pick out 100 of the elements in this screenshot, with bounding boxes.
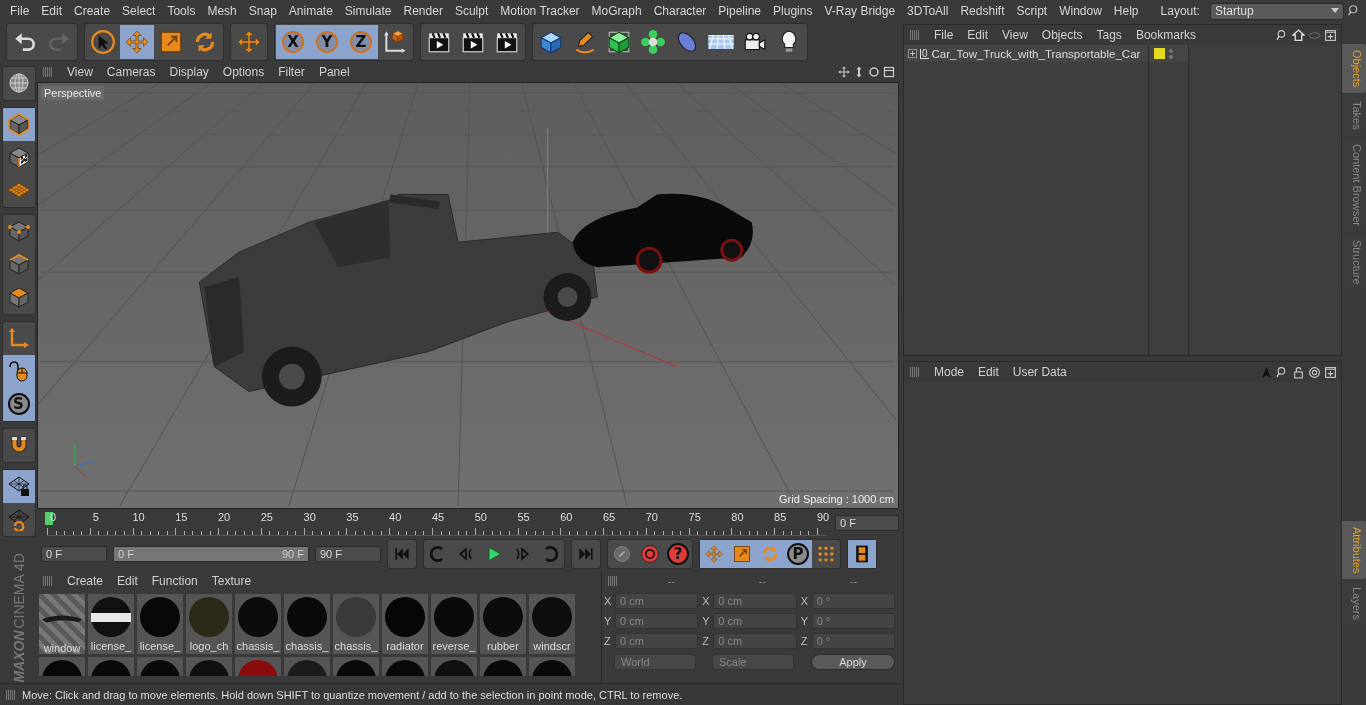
material-menu-item[interactable]: Function (145, 573, 204, 588)
timeline-ruler[interactable]: 0 5 10 15 20 25 30 35 40 45 50 55 60 65 70 75 80 85 90 (47, 509, 827, 537)
frame-number: 40 (389, 511, 402, 524)
column-header: -- (849, 574, 858, 587)
move-tool-button[interactable] (120, 24, 154, 59)
menu-item[interactable]: Redshift (954, 4, 1011, 18)
caret-icon (1330, 8, 1339, 14)
viewport-menu-item[interactable]: Cameras (100, 64, 162, 79)
floor-icon (708, 34, 734, 49)
menu-item[interactable]: Pipeline (712, 4, 768, 18)
material-menu-item[interactable]: Texture (205, 573, 258, 588)
menu-item[interactable]: Help (1107, 4, 1145, 18)
checkered-cube-icon (6, 145, 31, 170)
viewport-menu-item[interactable]: View (61, 64, 99, 79)
axes-icon (382, 28, 408, 55)
cube-polygons-icon (6, 285, 31, 310)
object-menu-item[interactable]: Tags (1090, 28, 1128, 42)
viewport-menu-item[interactable]: Options (216, 64, 271, 79)
frame-number: 70 (645, 511, 658, 524)
menu-item[interactable]: Render (397, 4, 449, 18)
menu-item[interactable]: Script (1010, 4, 1054, 18)
menu-item[interactable]: Edit (35, 4, 69, 18)
attribute-menu-item[interactable]: Edit (972, 365, 1005, 379)
material-swatch[interactable]: windscr (529, 593, 575, 654)
current-frame-field[interactable]: 0 F (835, 514, 899, 531)
maximize-view-icon (883, 65, 895, 78)
object-menu-item[interactable]: Bookmarks (1129, 28, 1202, 42)
menu-item[interactable]: 3DToAll (901, 4, 955, 18)
frame-number: 45 (431, 511, 445, 524)
axis-lock-button[interactable]: Y (310, 24, 344, 59)
object-row[interactable]: 0 Car_Tow_Truck_with_Transportable_Car (904, 45, 1148, 62)
material-swatch[interactable]: reverse_ (431, 593, 477, 654)
material-swatch[interactable]: chassis_ (333, 593, 379, 654)
layer-color-swatch[interactable] (1154, 48, 1165, 59)
tool-button[interactable] (2, 469, 35, 503)
menu-item[interactable]: Tools (161, 4, 202, 18)
frame-number: 5 (92, 511, 99, 524)
home-icon (1292, 28, 1305, 42)
material-swatch[interactable]: chassis_ (284, 593, 330, 654)
camera-label: Perspective (41, 85, 105, 100)
frame-number: 15 (175, 511, 188, 524)
axis-lock-button[interactable]: X (276, 24, 310, 59)
cube-edges-icon (6, 252, 31, 277)
menu-item[interactable]: Sculpt (448, 4, 495, 18)
viewport-menu-item[interactable]: Display (163, 64, 215, 79)
panel-grip-icon (6, 689, 16, 700)
material-swatch[interactable]: license_ (88, 593, 134, 654)
menu-item[interactable]: Plugins (767, 4, 819, 18)
material-swatch[interactable]: chassis_ (235, 593, 281, 654)
frame-number: 65 (603, 511, 616, 524)
object-menu-item[interactable]: View (996, 28, 1034, 42)
axis-lock-button[interactable]: Z (344, 24, 378, 59)
end-frame-field[interactable]: 90 F (315, 545, 381, 562)
tool-button[interactable] (848, 539, 876, 568)
tool-button[interactable]: P (784, 539, 812, 568)
axis-label: Y (604, 614, 612, 627)
material-swatch[interactable]: logo_ch (186, 593, 232, 654)
menu-item[interactable]: Create (68, 4, 117, 18)
panel-grip-icon (608, 575, 618, 586)
viewport-menu-item[interactable]: Filter (272, 64, 311, 79)
menu-item[interactable]: Motion Tracker (494, 4, 586, 18)
column-header: -- (667, 574, 676, 587)
object-menu-item[interactable]: File (928, 28, 960, 42)
menu-item[interactable]: Window (1053, 4, 1108, 18)
menu-item[interactable]: Mesh (201, 4, 243, 18)
frame-number: 30 (303, 511, 316, 524)
menu-item[interactable]: Animate (282, 4, 339, 18)
material-menu-item[interactable]: Create (61, 573, 110, 588)
menu-item[interactable]: File (4, 4, 36, 18)
menu-item[interactable]: Snap (242, 4, 283, 18)
frame-number: 25 (260, 511, 273, 524)
material-swatch[interactable]: license_ (137, 593, 183, 654)
visibility-dots-icon[interactable] (1169, 48, 1173, 59)
axis-label: Y (800, 614, 809, 627)
object-menu-item[interactable]: Objects (1035, 28, 1089, 42)
start-frame-field[interactable]: 0 F (41, 545, 107, 562)
viewport-menu-item[interactable]: Panel (312, 64, 356, 79)
menu-item[interactable]: Select (116, 4, 162, 18)
frame-number: 75 (688, 511, 701, 524)
material-swatch[interactable]: rubber (480, 593, 526, 654)
attribute-menu-item[interactable]: Mode (928, 365, 971, 379)
tool-button[interactable]: S (2, 387, 35, 421)
material-swatch[interactable]: radiator (382, 593, 428, 654)
menu-item[interactable]: V-Ray Bridge (818, 4, 902, 18)
material-menu-item[interactable]: Edit (111, 573, 144, 588)
move-tool-button[interactable] (700, 539, 728, 568)
menu-item[interactable]: Simulate (338, 4, 398, 18)
frame-number: 20 (218, 511, 231, 524)
cloner-icon (640, 28, 666, 55)
attribute-menu-item[interactable]: User Data (1006, 365, 1073, 379)
panel-grip-icon (910, 367, 920, 377)
axis-label: Y (702, 614, 711, 627)
apply-button[interactable]: Apply (811, 653, 895, 670)
cube-points-icon (6, 219, 31, 244)
lock-icon (1292, 365, 1305, 379)
menu-item[interactable]: MoGraph (585, 4, 648, 18)
layout-dropdown[interactable]: Startup (1209, 2, 1344, 20)
menu-item[interactable]: Character (647, 4, 713, 18)
object-menu-item[interactable]: Edit (961, 28, 995, 42)
axis-icon (6, 326, 31, 351)
